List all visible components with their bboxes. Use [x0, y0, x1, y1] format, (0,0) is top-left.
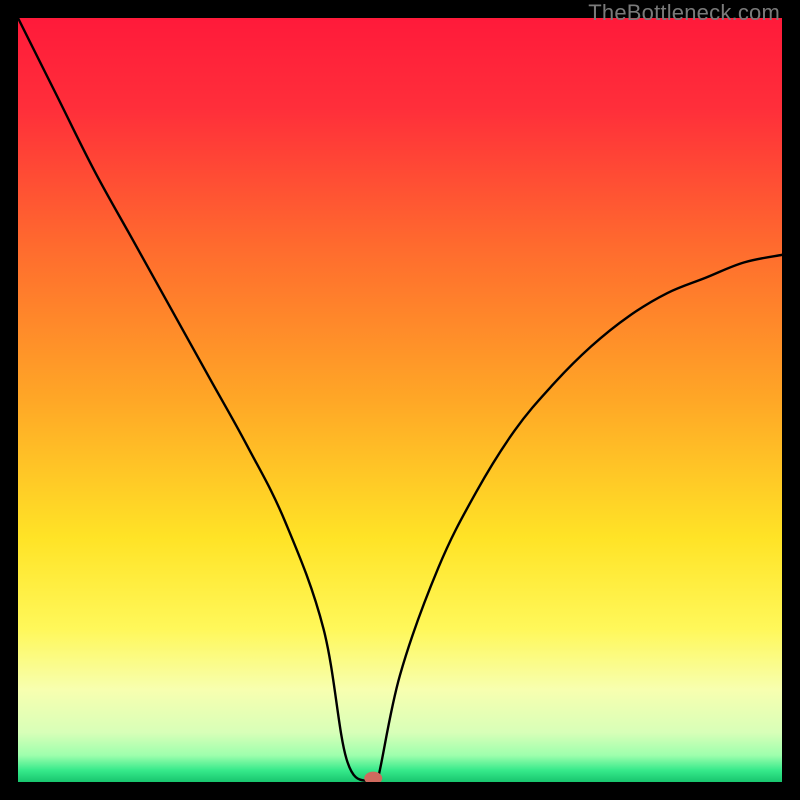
watermark-text: TheBottleneck.com — [588, 0, 780, 26]
bottleneck-chart — [18, 18, 782, 782]
chart-frame — [18, 18, 782, 782]
gradient-background — [18, 18, 782, 782]
